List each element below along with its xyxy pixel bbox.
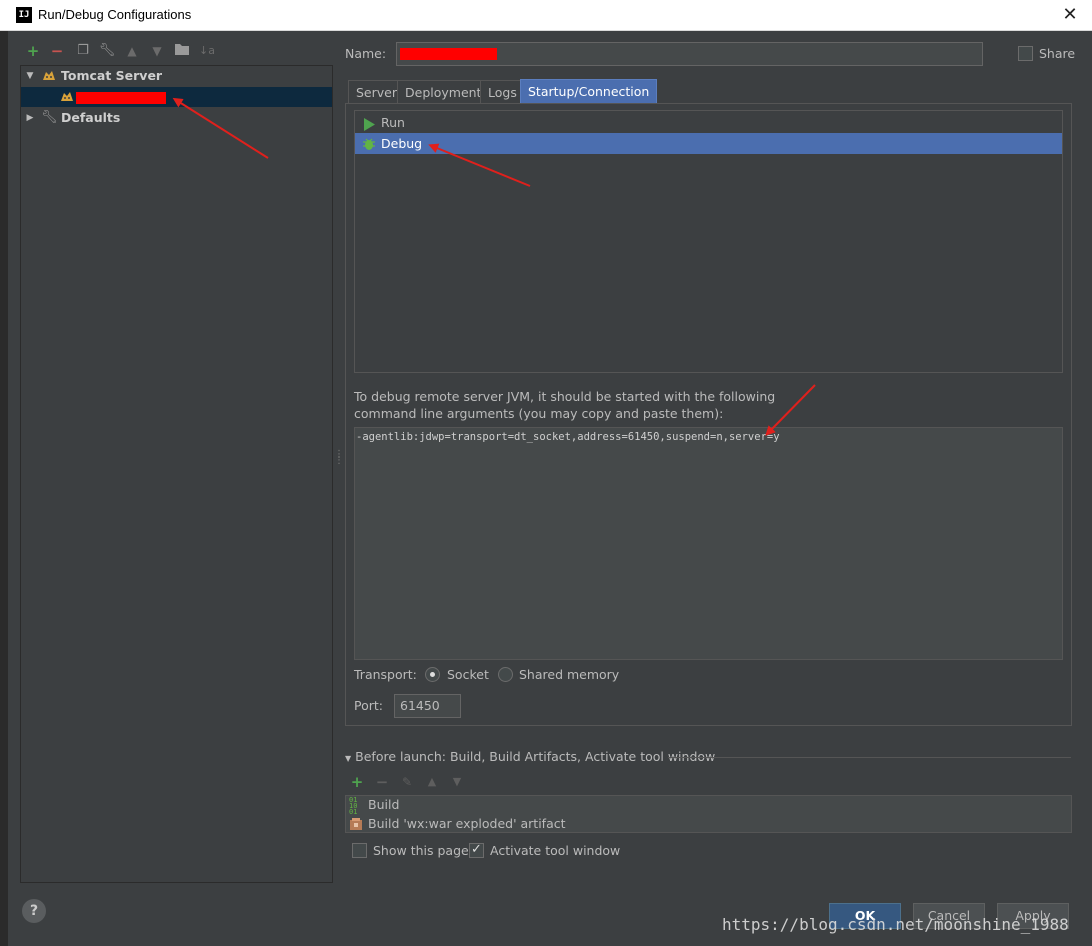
port-label: Port: — [354, 698, 383, 713]
activate-tool-window-checkbox[interactable] — [469, 842, 484, 858]
arrow-down-icon[interactable]: ▼ — [148, 42, 166, 60]
intellij-app-icon: IJ — [16, 7, 32, 23]
window-title: Run/Debug Configurations — [38, 7, 192, 22]
transport-socket-label: Socket — [447, 667, 489, 682]
redacted-name-value — [400, 48, 497, 60]
show-this-page-label: Show this page — [373, 843, 469, 858]
folder-icon[interactable] — [173, 42, 191, 60]
list-item-debug[interactable]: Debug — [355, 133, 1062, 154]
transport-label: Transport: — [354, 667, 417, 682]
show-this-page-checkbox[interactable] — [352, 843, 367, 858]
expand-triangle-icon[interactable]: ▶ — [24, 108, 36, 128]
remove-task-icon[interactable]: − — [373, 773, 391, 791]
tab-deployment[interactable]: Deployment — [397, 80, 490, 104]
tree-item-defaults[interactable]: ▶ 🔧︎ Defaults — [21, 108, 332, 128]
collapse-triangle-icon: ▼ — [345, 754, 352, 763]
window-title-bar: IJ Run/Debug Configurations ✕ — [0, 0, 1092, 31]
configuration-tree: ▼ Tomcat Server ▶ 🔧︎ Defaults — [20, 65, 333, 883]
window-edge — [0, 31, 8, 946]
redacted-config-name — [76, 92, 166, 104]
add-icon[interactable]: + — [24, 42, 42, 60]
build-icon: 01 10 01 — [349, 796, 358, 816]
copy-icon[interactable]: ❐ — [74, 42, 92, 60]
list-item-build[interactable]: 01 10 01 Build — [346, 796, 1071, 816]
tree-item-label: Tomcat Server — [61, 68, 163, 83]
before-launch-header[interactable]: ▼ Before launch: Build, Build Artifacts, … — [345, 749, 715, 764]
artifact-icon — [349, 817, 363, 836]
watermark-url: https://blog.csdn.net/moonshine_1988 — [722, 915, 1069, 934]
arrow-up-icon[interactable]: ▲ — [123, 42, 141, 60]
edit-task-icon[interactable]: ✎ — [398, 773, 416, 791]
share-checkbox[interactable] — [1018, 46, 1033, 61]
sort-icon[interactable]: ↓a — [198, 42, 216, 60]
list-item-label: Build 'wx:war exploded' artifact — [368, 816, 566, 831]
name-input[interactable] — [396, 42, 983, 66]
help-icon[interactable]: ? — [22, 899, 46, 923]
tab-logs[interactable]: Logs — [480, 80, 525, 104]
separator-line — [668, 757, 1071, 758]
share-label: Share — [1039, 46, 1076, 61]
list-item-label: Build — [368, 797, 400, 812]
splitter-handle[interactable]: ⋮ ⋮ — [334, 450, 344, 472]
list-item-label: Run — [381, 115, 405, 130]
list-item-label: Debug — [381, 136, 423, 151]
jvm-args-text: -agentlib:jdwp=transport=dt_socket,addre… — [356, 431, 780, 443]
tree-item-selected-config[interactable] — [21, 87, 332, 107]
transport-shared-memory-radio[interactable] — [498, 667, 513, 682]
debug-bug-icon — [362, 136, 376, 157]
transport-shared-memory-label: Shared memory — [519, 667, 620, 682]
before-launch-list: 01 10 01 Build Build 'wx:war exploded' art… — [345, 795, 1072, 833]
collapse-triangle-icon[interactable]: ▼ — [24, 66, 36, 86]
name-label: Name: — [345, 46, 387, 61]
list-item-run[interactable]: Run — [355, 112, 1062, 133]
move-down-task-icon[interactable]: ▼ — [448, 773, 466, 791]
tomcat-icon — [41, 68, 57, 84]
add-task-icon[interactable]: + — [348, 773, 366, 791]
tab-startup-connection[interactable]: Startup/Connection — [520, 79, 658, 104]
remove-icon[interactable]: − — [48, 42, 66, 60]
transport-socket-radio[interactable] — [425, 667, 440, 682]
debug-hint-line2: command line arguments (you may copy and… — [354, 406, 724, 421]
startup-mode-list: Run Debug — [354, 110, 1063, 373]
port-input[interactable]: 61450 — [394, 694, 461, 718]
before-launch-title: Before launch: Build, Build Artifacts, A… — [355, 749, 716, 764]
tree-item-label: Defaults — [61, 110, 121, 125]
close-icon[interactable]: ✕ — [1052, 3, 1088, 28]
defaults-wrench-icon: 🔧︎ — [41, 110, 58, 125]
tree-item-tomcat-server[interactable]: ▼ Tomcat Server — [21, 66, 332, 86]
tomcat-config-icon — [59, 89, 75, 105]
jvm-args-textarea[interactable] — [354, 427, 1063, 660]
move-up-task-icon[interactable]: ▲ — [423, 773, 441, 791]
activate-tool-window-label: Activate tool window — [490, 843, 621, 858]
wrench-icon[interactable]: 🔧︎ — [98, 42, 116, 60]
list-item-build-artifact[interactable]: Build 'wx:war exploded' artifact — [346, 815, 1071, 833]
debug-hint-line1: To debug remote server JVM, it should be… — [354, 389, 776, 404]
